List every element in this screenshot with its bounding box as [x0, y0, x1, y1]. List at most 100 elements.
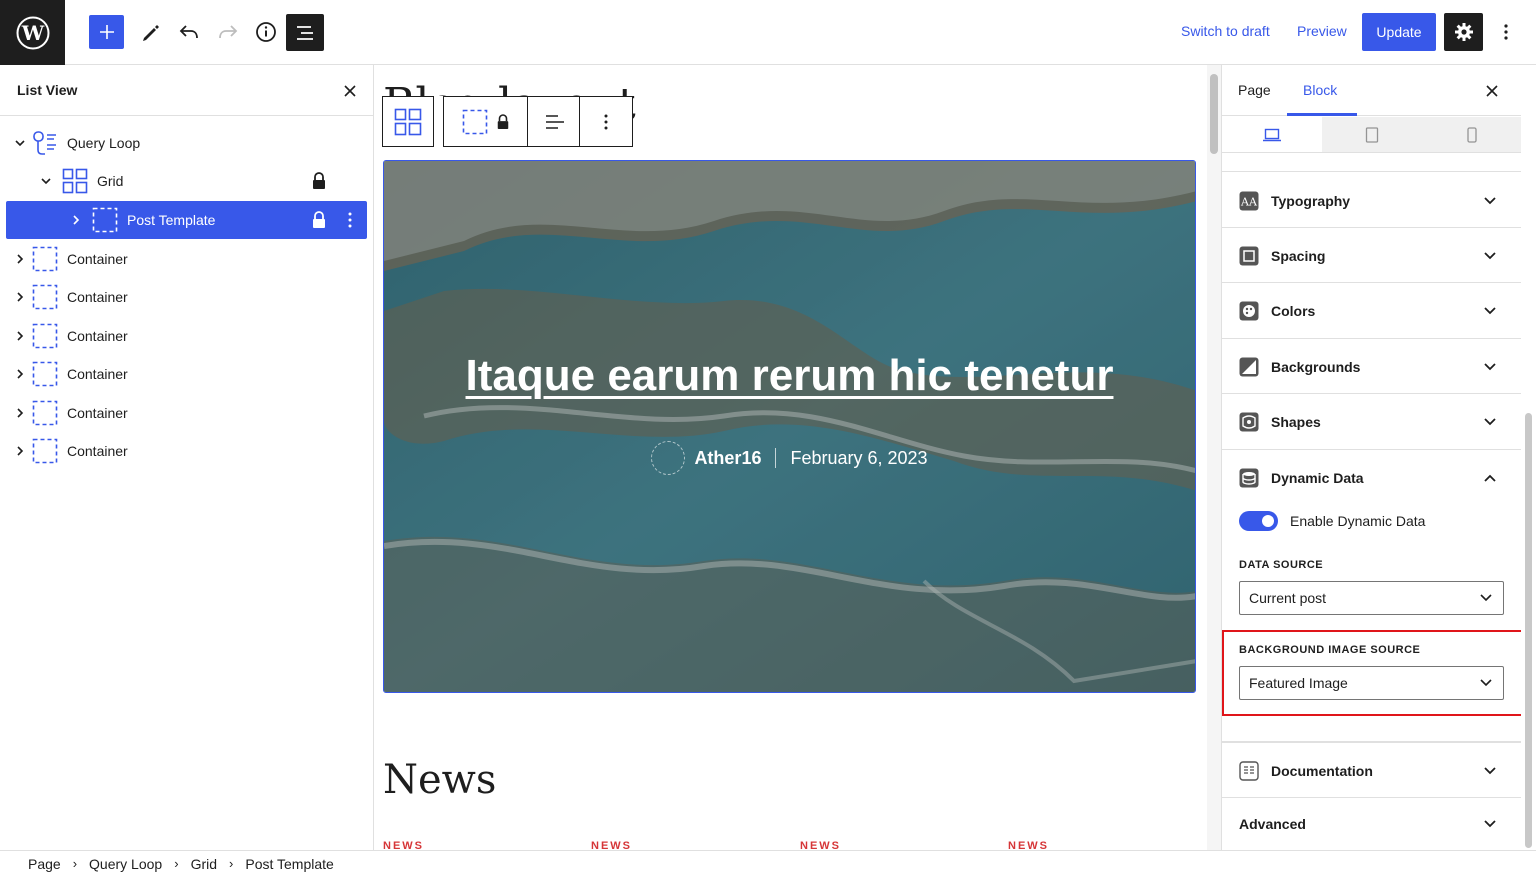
- news-heading[interactable]: News: [383, 757, 496, 803]
- chevron-right-icon[interactable]: [70, 214, 82, 226]
- undo-icon: [179, 25, 198, 39]
- tablet-device-button[interactable]: [1322, 117, 1422, 152]
- news-category-tag[interactable]: NEWS: [383, 840, 424, 850]
- lock-icon: [313, 172, 325, 189]
- chevron-right-icon[interactable]: [14, 368, 26, 380]
- panel-typography[interactable]: AA Typography: [1222, 173, 1522, 228]
- close-icon[interactable]: [1482, 81, 1502, 101]
- chevron-down-icon[interactable]: [40, 175, 52, 187]
- breadcrumb-item[interactable]: Page: [28, 856, 61, 872]
- panel-title: Backgrounds: [1271, 359, 1361, 375]
- post-title[interactable]: Itaque earum rerum hic tenetur: [384, 351, 1195, 401]
- panel-title: Colors: [1271, 303, 1316, 319]
- panel-spacing[interactable]: Spacing: [1222, 228, 1522, 283]
- options-button[interactable]: [1494, 18, 1518, 46]
- switch-to-draft-button[interactable]: Switch to draft: [1181, 23, 1270, 39]
- bg-image-source-select[interactable]: Featured Image: [1239, 666, 1504, 700]
- tab-page[interactable]: Page: [1238, 82, 1271, 98]
- block-options-button[interactable]: [580, 96, 633, 147]
- breadcrumb-item[interactable]: Query Loop: [89, 856, 162, 872]
- list-item-container[interactable]: Container: [6, 394, 367, 432]
- plus-icon: [99, 25, 114, 39]
- post-date: February 6, 2023: [790, 447, 928, 468]
- panel-shapes[interactable]: Shapes: [1222, 394, 1522, 450]
- list-item-post-template[interactable]: Post Template: [6, 201, 367, 239]
- post-template-hero[interactable]: Itaque earum rerum hic tenetur Ather16 F…: [383, 160, 1196, 693]
- panel-header[interactable]: Dynamic Data: [1222, 450, 1522, 505]
- sidebar-scroll-thumb[interactable]: [1525, 413, 1532, 848]
- post-author[interactable]: Ather16: [694, 448, 761, 469]
- panel-backgrounds[interactable]: Backgrounds: [1222, 339, 1522, 394]
- container-icon: [32, 323, 58, 349]
- close-icon[interactable]: [340, 81, 360, 101]
- panel-title: Shapes: [1271, 414, 1321, 430]
- list-item-query-loop[interactable]: Query Loop: [6, 124, 367, 162]
- panel-documentation[interactable]: Documentation: [1222, 742, 1522, 798]
- panel-colors[interactable]: Colors: [1222, 283, 1522, 339]
- chevron-right-icon[interactable]: [14, 291, 26, 303]
- news-category-tag[interactable]: NEWS: [800, 840, 841, 850]
- mobile-device-button[interactable]: [1422, 117, 1522, 152]
- tab-block[interactable]: Block: [1303, 82, 1337, 98]
- list-item-grid[interactable]: Grid: [6, 162, 367, 200]
- chevron-right-icon[interactable]: [14, 330, 26, 342]
- chevron-right-icon[interactable]: [14, 407, 26, 419]
- settings-sidebar: Page Block AA Typography Spacing Colors …: [1221, 65, 1536, 850]
- canvas-scrollbar[interactable]: [1207, 65, 1221, 850]
- list-item-container[interactable]: Container: [6, 317, 367, 355]
- undo-button[interactable]: [171, 14, 207, 50]
- block-toolbar: [382, 96, 633, 147]
- chevron-down-icon: [1484, 363, 1496, 371]
- align-button[interactable]: [528, 96, 580, 147]
- block-type-button[interactable]: [382, 96, 434, 147]
- enable-dynamic-data-toggle[interactable]: [1239, 511, 1278, 531]
- panel-title: Dynamic Data: [1271, 470, 1364, 486]
- chevron-right-icon: ›: [174, 856, 179, 871]
- desktop-icon: [1263, 128, 1281, 141]
- news-category-tag[interactable]: NEWS: [591, 840, 632, 850]
- desktop-device-button[interactable]: [1222, 117, 1322, 152]
- chevron-right-icon[interactable]: [14, 445, 26, 457]
- editor-header: W Switch to draft Preview Update: [0, 0, 1536, 65]
- panel-header[interactable]: AA Typography: [1222, 173, 1522, 228]
- settings-button[interactable]: [1444, 13, 1483, 51]
- chevron-down-icon: [1480, 679, 1492, 687]
- list-item-container[interactable]: Container: [6, 278, 367, 316]
- panel-advanced[interactable]: Advanced: [1222, 798, 1522, 850]
- preview-button[interactable]: Preview: [1297, 23, 1347, 39]
- update-button[interactable]: Update: [1362, 13, 1436, 51]
- pencil-icon: [143, 25, 159, 41]
- wordpress-logo-button[interactable]: W: [0, 0, 65, 65]
- list-item-container[interactable]: Container: [6, 432, 367, 470]
- editor-canvas[interactable]: Blog layout: [375, 65, 1206, 850]
- chevron-down-icon[interactable]: [14, 137, 26, 149]
- tools-button[interactable]: [132, 14, 168, 50]
- panel-header[interactable]: Shapes: [1222, 394, 1522, 449]
- list-view-panel: List View Query Loop Grid Post Template …: [0, 65, 374, 850]
- block-parent-button[interactable]: [443, 96, 528, 147]
- vertical-dots-icon: [1504, 24, 1508, 40]
- chevron-right-icon[interactable]: [14, 253, 26, 265]
- featured-image-background: [384, 161, 1195, 692]
- list-item-container[interactable]: Container: [6, 240, 367, 278]
- container-icon: [32, 361, 58, 387]
- news-category-tag[interactable]: NEWS: [1008, 840, 1049, 850]
- sidebar-scrollbar[interactable]: [1521, 65, 1536, 850]
- list-view-button[interactable]: [286, 14, 324, 51]
- redo-button[interactable]: [210, 14, 246, 50]
- panel-header[interactable]: Documentation: [1222, 743, 1522, 798]
- panel-header[interactable]: Spacing: [1222, 228, 1522, 283]
- list-item-container[interactable]: Container: [6, 355, 367, 393]
- panel-header[interactable]: Colors: [1222, 283, 1522, 338]
- enable-dynamic-data-label[interactable]: Enable Dynamic Data: [1290, 513, 1425, 529]
- vertical-dots-icon[interactable]: [343, 211, 357, 229]
- breadcrumb-item[interactable]: Grid: [191, 856, 217, 872]
- add-block-button[interactable]: [89, 15, 124, 49]
- panel-header[interactable]: Advanced: [1222, 798, 1522, 850]
- canvas-scroll-thumb[interactable]: [1210, 74, 1218, 154]
- breadcrumb-item[interactable]: Post Template: [245, 856, 333, 872]
- details-button[interactable]: [248, 14, 284, 50]
- wordpress-icon: W: [16, 16, 49, 49]
- data-source-select[interactable]: Current post: [1239, 581, 1504, 615]
- panel-header[interactable]: Backgrounds: [1222, 339, 1522, 394]
